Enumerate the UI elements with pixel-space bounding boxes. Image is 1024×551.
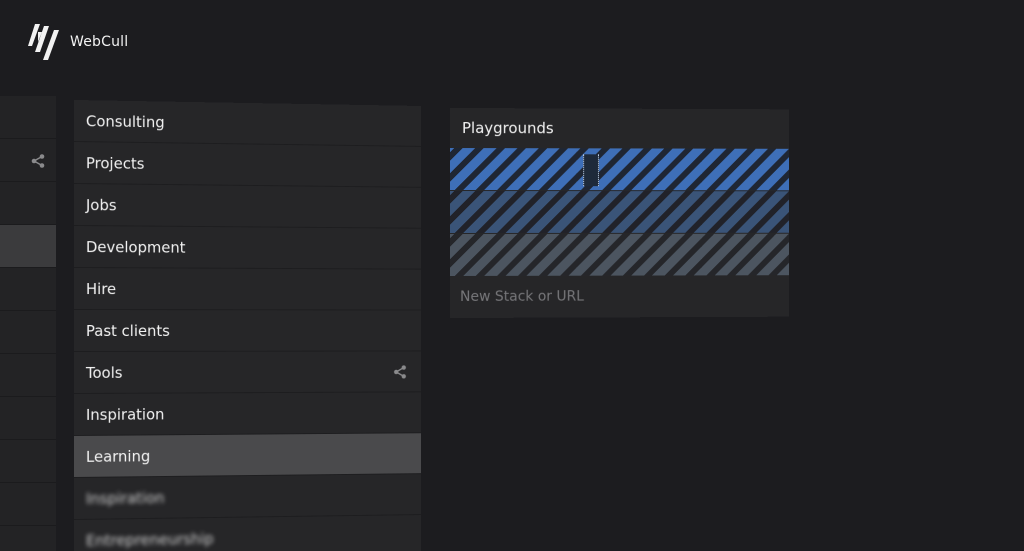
new-stack-input[interactable]: New Stack or URL: [450, 276, 789, 317]
parent-list-row[interactable]: [0, 311, 56, 354]
parent-list-row[interactable]: [0, 354, 56, 397]
list-item-label: Past clients: [85, 321, 170, 340]
list-item[interactable]: Learning: [74, 433, 421, 478]
brand-header[interactable]: WebCull: [28, 22, 128, 62]
list-item-label: Entrepreneurship: [85, 529, 214, 550]
page-preview-thumbnail: [583, 154, 599, 187]
stack-row-loading[interactable]: [450, 233, 790, 276]
list-item[interactable]: Projects: [74, 142, 421, 188]
parent-list-row[interactable]: [0, 96, 56, 139]
list-item-label: Hire: [85, 279, 117, 298]
list-item[interactable]: Inspiration: [74, 392, 421, 436]
parent-list-row[interactable]: [0, 483, 56, 526]
list-item[interactable]: Entrepreneurship: [74, 515, 421, 551]
parent-bookmark-column: [0, 96, 56, 551]
share-icon[interactable]: [392, 364, 407, 380]
list-item-label: Projects: [85, 153, 145, 173]
list-item[interactable]: Jobs: [74, 184, 421, 229]
app-title: WebCull: [70, 34, 129, 50]
playgrounds-card: Playgrounds New Stack or URL: [450, 108, 790, 318]
stack-row-loading[interactable]: [450, 191, 790, 233]
parent-list-row[interactable]: [0, 225, 56, 268]
list-item-label: Jobs: [85, 195, 117, 214]
parent-list-row[interactable]: [0, 440, 56, 483]
list-item[interactable]: Inspiration: [74, 474, 421, 520]
list-item-label: Inspiration: [85, 488, 165, 508]
list-item[interactable]: Tools: [74, 351, 421, 394]
card-title[interactable]: Playgrounds: [450, 108, 789, 149]
list-item-label: Tools: [85, 363, 123, 382]
parent-list-row[interactable]: [0, 526, 56, 551]
parent-list-row[interactable]: [0, 397, 56, 440]
list-item[interactable]: Hire: [74, 268, 421, 311]
list-item-label: Inspiration: [85, 404, 165, 424]
list-item-label: Learning: [85, 446, 151, 466]
list-item[interactable]: Past clients: [74, 310, 421, 352]
parent-list-row[interactable]: [0, 182, 56, 225]
stack-row-loading[interactable]: [450, 148, 790, 191]
webcull-logo-icon: [28, 22, 60, 62]
share-icon[interactable]: [30, 153, 46, 169]
parent-list-row[interactable]: [0, 139, 56, 182]
list-item[interactable]: Development: [74, 226, 421, 270]
bookmark-list: Consulting Projects Jobs Development Hire Pas…: [74, 100, 421, 551]
list-item-label: Consulting: [85, 111, 165, 131]
list-item-label: Development: [85, 237, 186, 257]
app-stage: WebCull Consulting Projects Jobs Developmen…: [0, 0, 1024, 551]
parent-list-row[interactable]: [0, 268, 56, 311]
list-item[interactable]: Consulting: [74, 100, 421, 147]
